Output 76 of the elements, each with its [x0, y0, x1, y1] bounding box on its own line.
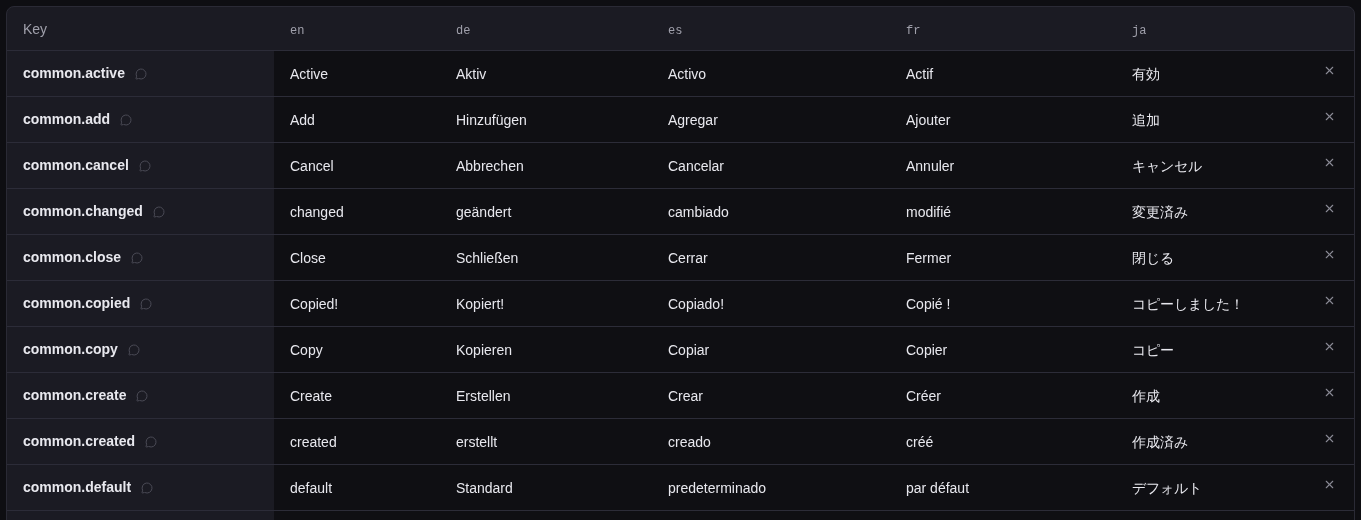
key-label: common.copy	[23, 340, 118, 359]
close-icon[interactable]	[1323, 432, 1336, 445]
translation-text[interactable]: Schließen	[456, 249, 519, 266]
translation-text[interactable]: Hinzufügen	[456, 111, 527, 128]
key-label: common.add	[23, 110, 111, 129]
close-icon[interactable]	[1323, 386, 1336, 399]
key-label: common.created	[23, 432, 136, 451]
close-icon[interactable]	[1323, 340, 1336, 353]
translation-text[interactable]: default	[290, 479, 333, 496]
translation-text[interactable]: Copiar	[668, 341, 710, 358]
translation-text[interactable]: Standard	[456, 479, 513, 496]
translation-text[interactable]: Abbrechen	[456, 157, 524, 174]
close-icon[interactable]	[1323, 248, 1336, 261]
translation-text[interactable]: Kopiert!	[456, 295, 505, 312]
translation-text[interactable]: Kopieren	[456, 341, 513, 358]
column-header: en	[290, 23, 305, 38]
translation-text[interactable]: creado	[668, 433, 711, 450]
translation-text[interactable]: Close	[290, 249, 326, 266]
key-label: common.create	[23, 386, 127, 405]
translation-text[interactable]: geändert	[456, 203, 512, 220]
column-header: ja	[1132, 23, 1147, 38]
column-header: Key	[23, 20, 48, 37]
translation-text[interactable]: Cancelar	[668, 157, 725, 174]
translation-text[interactable]: modifié	[906, 203, 952, 220]
close-icon[interactable]	[1323, 294, 1336, 307]
translation-text[interactable]: デフォルト	[1132, 479, 1202, 496]
close-icon[interactable]	[1323, 478, 1336, 491]
key-label: common.changed	[23, 202, 143, 221]
translation-text[interactable]: 作成済み	[1132, 433, 1188, 450]
translation-text[interactable]: コピー	[1132, 341, 1174, 358]
close-icon[interactable]	[1323, 156, 1336, 169]
close-icon[interactable]	[1323, 64, 1336, 77]
close-icon[interactable]	[1323, 202, 1336, 215]
translation-text[interactable]: Copy	[290, 341, 323, 358]
translation-text[interactable]: erstellt	[456, 433, 498, 450]
translation-text[interactable]: Copié !	[906, 295, 951, 312]
translation-text[interactable]: predeterminado	[668, 479, 767, 496]
translation-text[interactable]: Erstellen	[456, 387, 511, 404]
translation-text[interactable]: Ajouter	[906, 111, 951, 128]
translation-text[interactable]: Crear	[668, 387, 703, 404]
translation-text[interactable]: Active	[290, 65, 329, 82]
key-label: common.copied	[23, 294, 131, 313]
translation-text[interactable]: cambiado	[668, 203, 729, 220]
translation-text[interactable]: キャンセル	[1132, 157, 1202, 174]
translation-text[interactable]: Créer	[906, 387, 941, 404]
translation-text[interactable]: 有効	[1132, 65, 1160, 82]
key-label: common.active	[23, 64, 125, 83]
column-header: fr	[906, 23, 921, 38]
translation-text[interactable]: created	[290, 433, 337, 450]
translation-text[interactable]: Cerrar	[668, 249, 708, 266]
translation-text[interactable]: 変更済み	[1132, 203, 1188, 220]
translation-text[interactable]: Add	[290, 111, 315, 128]
key-label: common.default	[23, 478, 132, 497]
key-label: common.close	[23, 248, 122, 267]
translation-text[interactable]: Agregar	[668, 111, 718, 128]
translation-text[interactable]: Activo	[668, 65, 707, 82]
translation-text[interactable]: 作成	[1132, 387, 1160, 404]
translation-text[interactable]: Aktiv	[456, 65, 487, 82]
translation-text[interactable]: créé	[906, 433, 934, 450]
translation-text[interactable]: par défaut	[906, 479, 970, 496]
translation-text[interactable]: Actif	[906, 65, 934, 82]
close-icon[interactable]	[1323, 110, 1336, 123]
translation-text[interactable]: Annuler	[906, 157, 955, 174]
translation-text[interactable]: 追加	[1132, 111, 1160, 128]
column-header: de	[456, 23, 471, 38]
column-header: es	[668, 23, 683, 38]
translation-text[interactable]: Copier	[906, 341, 948, 358]
key-label: common.cancel	[23, 156, 129, 175]
translation-text[interactable]: changed	[290, 203, 344, 220]
translation-text[interactable]: 閉じる	[1132, 249, 1174, 266]
translation-text[interactable]: コピーしました！	[1132, 295, 1244, 312]
translation-text[interactable]: Copied!	[290, 295, 339, 312]
translation-text[interactable]: Cancel	[290, 157, 334, 174]
translation-text[interactable]: Copiado!	[668, 295, 725, 312]
translation-text[interactable]: Create	[290, 387, 333, 404]
translation-text[interactable]: Fermer	[906, 249, 952, 266]
